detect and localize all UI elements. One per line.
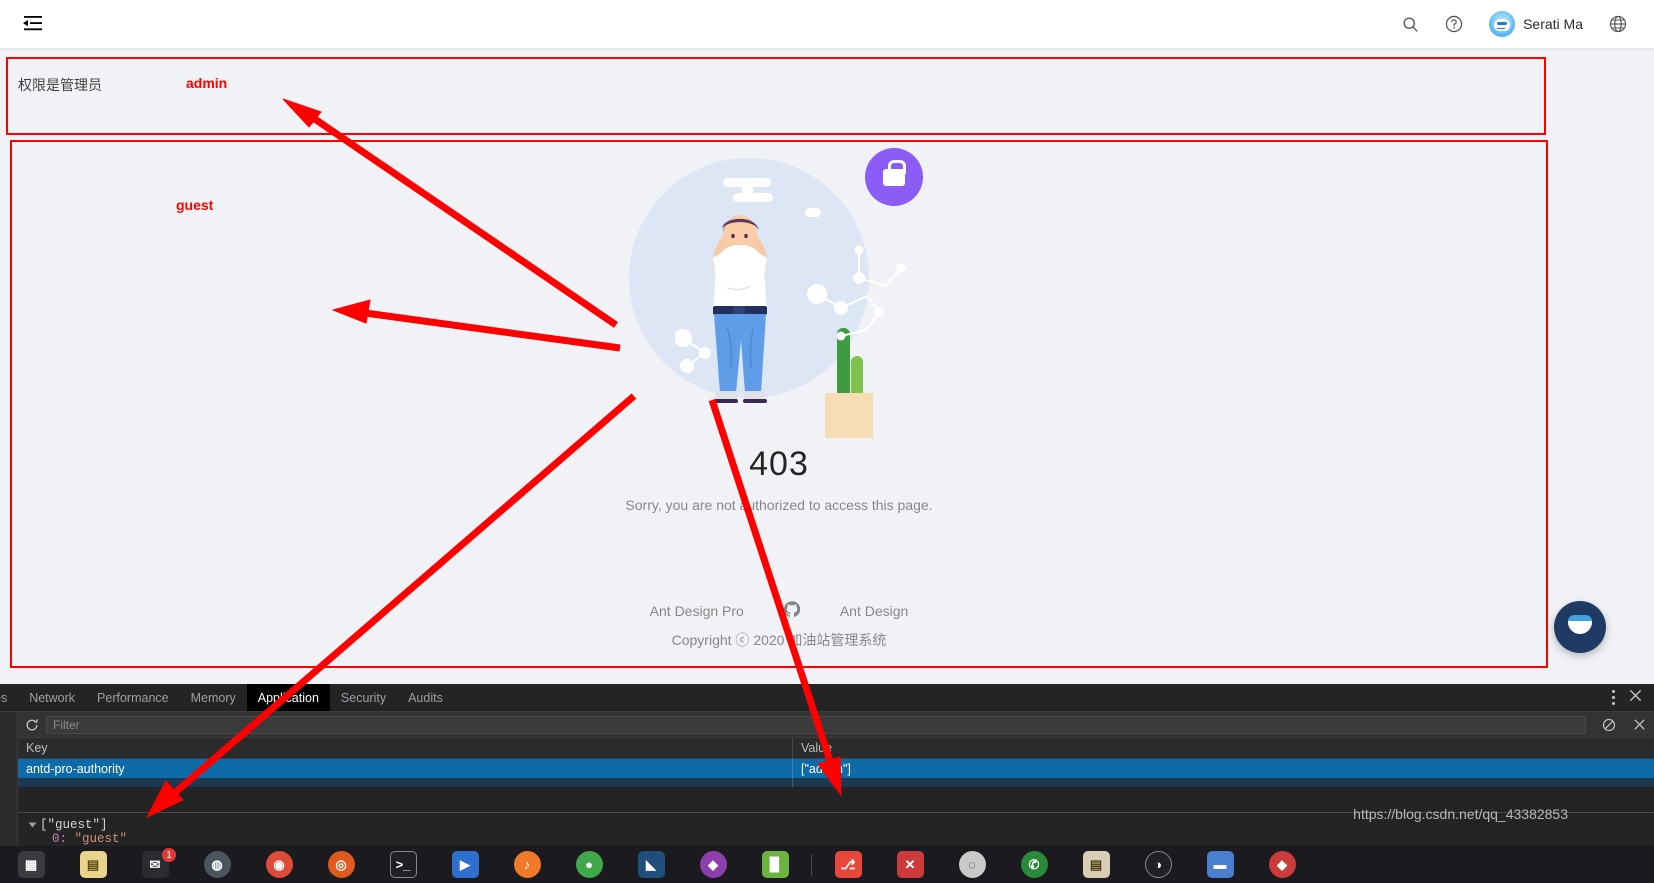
chat-bubble-icon bbox=[1568, 615, 1592, 634]
tab-application[interactable]: Application bbox=[246, 684, 330, 711]
tab-memory[interactable]: Memory bbox=[180, 684, 247, 711]
help-button[interactable] bbox=[1432, 0, 1476, 48]
taskbar-divider bbox=[811, 853, 812, 876]
taskbar: ▦ ▤ ✉ 1 ◍ ◉ ◎ >_ ▶ ♪ ● ◣ ◆ ▉ ⎇ ✕ ◌ ✆ ▤ ◑… bbox=[0, 846, 1654, 883]
git-icon: ⎇ bbox=[834, 851, 862, 878]
taskbar-item-red[interactable]: ◆ bbox=[1251, 846, 1313, 883]
red-app-icon: ◆ bbox=[1268, 851, 1296, 878]
column-header-key[interactable]: Key bbox=[18, 738, 793, 758]
filter-input[interactable] bbox=[46, 715, 1586, 734]
header-actions: Serati Ma bbox=[1389, 0, 1654, 48]
taskbar-item-circle[interactable]: ◌ bbox=[941, 846, 1003, 883]
taskbar-item-git[interactable]: ⎇ bbox=[817, 846, 879, 883]
global-icon bbox=[1609, 15, 1627, 33]
delete-selected-icon[interactable] bbox=[1624, 718, 1654, 731]
circle-icon: ◌ bbox=[958, 851, 986, 878]
taskbar-item-purple[interactable]: ◆ bbox=[682, 846, 744, 883]
preview-child-value: "guest" bbox=[74, 832, 128, 846]
taskbar-item-start[interactable]: ▦ bbox=[0, 846, 62, 883]
cell-key: antd-pro-authority bbox=[18, 759, 793, 778]
table-header: Key Value bbox=[18, 738, 1654, 759]
files-icon: ▤ bbox=[1082, 851, 1110, 878]
terminal-icon: >_ bbox=[389, 851, 417, 878]
devtools-body: Key Value antd-pro-authority ["admin"] bbox=[0, 712, 1654, 846]
vs-icon: ▶ bbox=[451, 851, 479, 878]
music-icon: ♪ bbox=[513, 851, 541, 878]
close-icon[interactable] bbox=[1629, 689, 1642, 707]
screen: Serati Ma 权限是管理员 403 Sorry, you are not … bbox=[0, 0, 1654, 883]
taskbar-item-terminal[interactable]: >_ bbox=[372, 846, 434, 883]
user-menu[interactable]: Serati Ma bbox=[1476, 0, 1596, 48]
column-header-value[interactable]: Value bbox=[793, 738, 1654, 758]
taskbar-item-close[interactable]: ✕ bbox=[879, 846, 941, 883]
devtools-sidebar[interactable] bbox=[0, 712, 18, 846]
table-row[interactable]: antd-pro-authority ["admin"] bbox=[18, 759, 1654, 778]
taskbar-item-blue[interactable]: ▬ bbox=[1189, 846, 1251, 883]
taskbar-item-browser[interactable]: ◍ bbox=[186, 846, 248, 883]
tab-network[interactable]: Network bbox=[18, 684, 86, 711]
tab-audits[interactable]: Audits bbox=[397, 684, 454, 711]
preview-child-row: 0: "guest" bbox=[30, 832, 1654, 847]
search-button[interactable] bbox=[1389, 0, 1432, 48]
cell-value bbox=[793, 778, 1654, 787]
taskbar-item-green[interactable]: ▉ bbox=[744, 846, 806, 883]
tab-sources[interactable]: es bbox=[0, 684, 18, 711]
notification-badge: 1 bbox=[162, 848, 176, 862]
storage-table: Key Value antd-pro-authority ["admin"] bbox=[18, 738, 1654, 812]
browser-page: Serati Ma 权限是管理员 403 Sorry, you are not … bbox=[0, 0, 1654, 727]
taskbar-item-yellow[interactable]: ✆ bbox=[1003, 846, 1065, 883]
avatar bbox=[1489, 11, 1516, 37]
annotation-box-guest bbox=[10, 140, 1548, 668]
refresh-icon[interactable] bbox=[18, 718, 46, 732]
cell-key bbox=[18, 778, 793, 787]
taskbar-item-music[interactable]: ♪ bbox=[496, 846, 558, 883]
taskbar-item-mail[interactable]: ✉ 1 bbox=[124, 846, 186, 883]
green-app-icon: ▉ bbox=[761, 851, 789, 878]
yellow-app-icon: ✆ bbox=[1020, 851, 1048, 878]
watermark-text: https://blog.csdn.net/qq_43382853 bbox=[1353, 806, 1568, 822]
taskbar-item-vscode[interactable]: ◣ bbox=[620, 846, 682, 883]
devtools-tabbar-actions bbox=[1612, 684, 1654, 711]
annotation-label-guest: guest bbox=[176, 197, 214, 213]
kebab-menu-icon[interactable] bbox=[1612, 690, 1615, 705]
taskbar-item-weixin[interactable]: ● bbox=[558, 846, 620, 883]
preview-child-key: 0: bbox=[52, 832, 68, 846]
username-label: Serati Ma bbox=[1523, 16, 1583, 32]
storage-toolbar bbox=[18, 712, 1654, 738]
wechat-icon: ● bbox=[575, 851, 603, 878]
annotation-box-admin bbox=[6, 57, 1546, 135]
table-row[interactable] bbox=[18, 778, 1654, 787]
settings-drawer-button[interactable] bbox=[1554, 601, 1606, 653]
storage-view: Key Value antd-pro-authority ["admin"] bbox=[18, 712, 1654, 846]
app-header: Serati Ma bbox=[0, 0, 1654, 48]
blue-app-icon: ▬ bbox=[1206, 851, 1234, 878]
taskbar-item-firefox[interactable]: ◎ bbox=[310, 846, 372, 883]
search-icon bbox=[1403, 16, 1418, 32]
preview-root-value: ["guest"] bbox=[40, 817, 108, 832]
tab-performance[interactable]: Performance bbox=[86, 684, 180, 711]
chevron-down-icon[interactable] bbox=[28, 822, 37, 827]
chrome-icon: ◉ bbox=[265, 851, 293, 878]
question-circle-icon bbox=[1445, 15, 1463, 33]
folder-icon: ▤ bbox=[79, 851, 107, 878]
taskbar-item-files[interactable]: ▤ bbox=[1065, 846, 1127, 883]
taskbar-item-folder[interactable]: ▤ bbox=[62, 846, 124, 883]
firefox-icon: ◎ bbox=[327, 851, 355, 878]
annotation-label-admin: admin bbox=[186, 75, 228, 91]
purple-app-icon: ◆ bbox=[699, 851, 727, 878]
menu-fold-icon[interactable] bbox=[20, 11, 46, 37]
devtools-tabbar: es Network Performance Memory Applicatio… bbox=[0, 684, 1654, 712]
tab-security[interactable]: Security bbox=[330, 684, 397, 711]
ghost-icon: ◑ bbox=[1144, 851, 1172, 878]
browser-icon: ◍ bbox=[203, 851, 231, 878]
taskbar-item-visualstudio[interactable]: ▶ bbox=[434, 846, 496, 883]
taskbar-item-chrome[interactable]: ◉ bbox=[248, 846, 310, 883]
taskbar-item-ghost[interactable]: ◑ bbox=[1127, 846, 1189, 883]
vscode-icon: ◣ bbox=[637, 851, 665, 878]
x-icon: ✕ bbox=[896, 851, 924, 878]
cell-value: ["admin"] bbox=[801, 761, 851, 776]
clear-all-icon[interactable] bbox=[1594, 718, 1624, 732]
start-icon: ▦ bbox=[17, 851, 45, 878]
language-button[interactable] bbox=[1596, 0, 1640, 48]
